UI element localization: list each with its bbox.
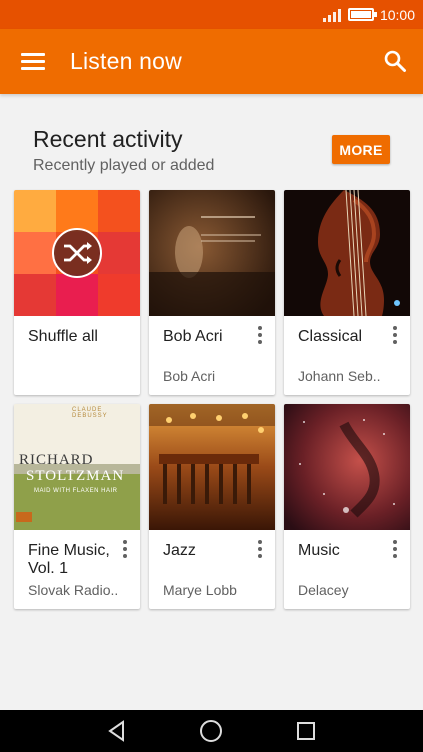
signal-icon [322,8,341,22]
art-composer: CLAUDE DEBUSSY [72,407,108,419]
back-icon[interactable] [106,720,128,742]
card-fine-music[interactable]: CLAUDE DEBUSSY RICHARD STOLTZMAN MAID WI… [14,404,140,609]
section-title: Recent activity [33,126,183,152]
art-album: MAID WITH FLAXEN HAIR [34,488,118,494]
section-subtitle: Recently played or added [33,157,215,174]
card-title: Shuffle all [28,328,98,345]
card-subtitle: Slovak Radio.. [28,582,119,598]
navigation-bar [0,710,423,752]
card-shuffle-all[interactable]: Shuffle all [14,190,140,395]
card-bob-acri[interactable]: Bob Acri Bob Acri [149,190,275,395]
more-vert-icon[interactable] [257,540,263,558]
album-art [149,190,275,316]
album-art [149,404,275,530]
art-name-first: RICHARD [19,452,94,468]
recents-icon[interactable] [295,720,317,742]
shuffle-icon [52,228,102,278]
card-jazz[interactable]: Jazz Marye Lobb [149,404,275,609]
card-title: Classical [298,328,363,345]
card-title: Jazz [163,542,196,559]
album-art [284,404,410,530]
search-icon[interactable] [383,49,407,73]
card-subtitle: Marye Lobb [163,582,237,598]
battery-icon [347,8,377,21]
card-music[interactable]: Music Delacey [284,404,410,609]
home-icon[interactable] [199,719,223,743]
app-bar: Listen now [0,29,423,94]
card-title: Fine Music, Vol. 1 [28,542,110,577]
more-vert-icon[interactable] [392,540,398,558]
status-time: 10:00 [379,6,415,23]
album-art [284,190,410,316]
more-button[interactable]: MORE [332,135,390,164]
album-art: CLAUDE DEBUSSY RICHARD STOLTZMAN MAID WI… [14,404,140,530]
card-subtitle: Johann Seb.. [298,368,381,384]
menu-icon[interactable] [21,52,45,71]
album-art [14,190,140,316]
more-vert-icon[interactable] [392,326,398,344]
page-title: Listen now [70,48,182,74]
more-vert-icon[interactable] [122,540,128,558]
card-classical[interactable]: Classical Johann Seb.. [284,190,410,395]
more-vert-icon[interactable] [257,326,263,344]
card-title: Bob Acri [163,328,223,345]
card-subtitle: Delacey [298,582,349,598]
card-subtitle: Bob Acri [163,368,216,384]
art-name-last: STOLTZMAN [26,468,125,484]
card-title: Music [298,542,340,559]
status-bar: 10:00 [0,0,423,29]
